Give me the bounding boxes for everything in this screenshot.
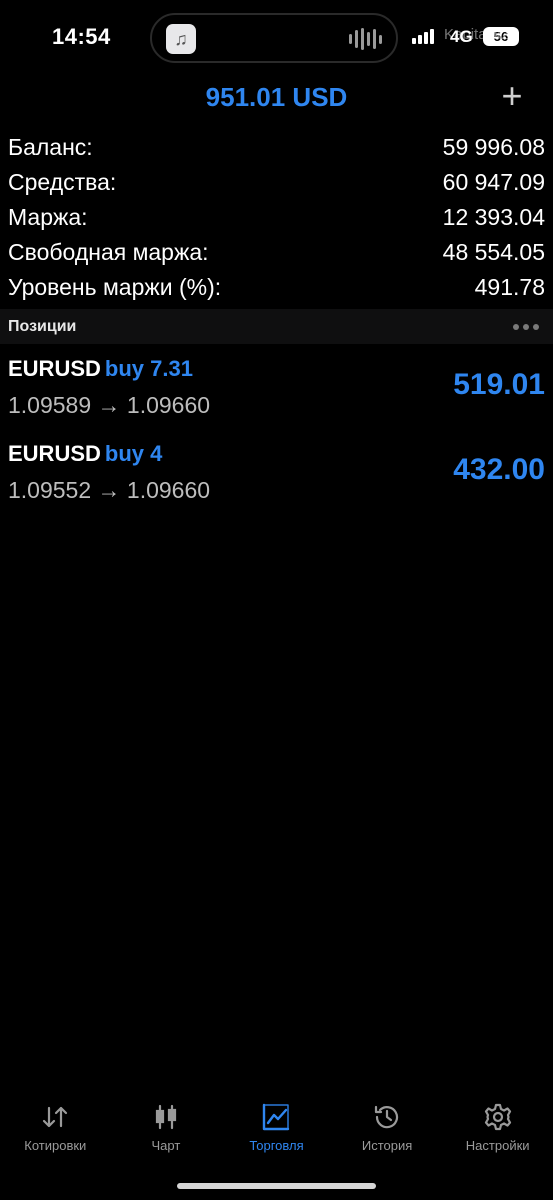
position-side: buy 4 (104, 441, 163, 466)
position-profit: 519.01 (453, 368, 545, 401)
position-symbol: EURUSD (8, 356, 101, 381)
summary-row-free-margin: Свободная маржа: 48 554.05 (0, 235, 553, 270)
positions-list: EURUSD buy 7.31 1.09589 → 1.09660 519.01 … (0, 344, 553, 514)
summary-value: 12 393.04 (442, 204, 545, 230)
candlestick-icon (155, 1104, 176, 1130)
tab-label: Чарт (151, 1138, 181, 1153)
position-row[interactable]: EURUSD buy 7.31 1.09589 → 1.09660 519.01 (0, 344, 553, 429)
account-summary: Баланс: 59 996.08 Средства: 60 947.09 Ма… (0, 130, 553, 305)
music-app-icon: ♫ (166, 24, 196, 54)
position-title: EURUSD buy 4 (8, 441, 162, 467)
quotes-arrows-icon (43, 1106, 68, 1128)
position-side: buy 7.31 (104, 356, 193, 381)
cellular-signal-icon (412, 29, 434, 44)
summary-row-margin: Маржа: 12 393.04 (0, 200, 553, 235)
summary-label: Баланс: (8, 134, 93, 160)
summary-value: 491.78 (474, 274, 545, 300)
summary-row-balance: Баланс: 59 996.08 (0, 130, 553, 165)
tab-label: История (361, 1138, 413, 1153)
history-clock-icon (374, 1105, 399, 1129)
summary-label: Маржа: (8, 204, 88, 230)
summary-value: 60 947.09 (442, 169, 545, 195)
ellipsis-icon[interactable] (513, 323, 539, 330)
summary-value: 59 996.08 (442, 134, 545, 160)
position-symbol: EURUSD (8, 441, 101, 466)
tab-label: Настройки (465, 1138, 530, 1153)
summary-value: 48 554.05 (442, 239, 545, 265)
trade-chart-icon (263, 1103, 290, 1131)
summary-row-margin-level: Уровень маржи (%): 491.78 (0, 270, 553, 305)
tab-settings[interactable]: Настройки (442, 1092, 553, 1167)
position-profit: 432.00 (453, 453, 545, 486)
gear-icon (484, 1103, 511, 1131)
plus-icon[interactable]: + (497, 78, 527, 114)
tab-chart[interactable]: Чарт (111, 1092, 222, 1167)
tab-label: Торговля (249, 1138, 304, 1153)
position-prices: 1.09552 → 1.09660 (8, 477, 211, 503)
positions-title: Позиции (8, 317, 77, 335)
summary-label: Уровень маржи (%): (8, 274, 222, 300)
dynamic-island[interactable]: ♫ (150, 13, 398, 63)
status-time: 14:54 (52, 24, 111, 49)
tab-trade[interactable]: Торговля (221, 1092, 332, 1167)
home-indicator[interactable] (177, 1183, 376, 1189)
watermark: Kapital.kz (444, 26, 510, 43)
tab-quotes[interactable]: Котировки (0, 1092, 111, 1167)
audio-waveform-icon (349, 28, 382, 50)
status-bar: 14:54 ♫ 4G 56 Kapital.kz (0, 0, 553, 78)
summary-label: Средства: (8, 169, 117, 195)
header: 951.01 USD + (0, 78, 553, 118)
tab-label: Котировки (24, 1138, 87, 1153)
tab-history[interactable]: История (332, 1092, 443, 1167)
account-profit-title: 951.01 USD (205, 82, 348, 112)
position-row[interactable]: EURUSD buy 4 1.09552 → 1.09660 432.00 (0, 429, 553, 514)
position-prices: 1.09589 → 1.09660 (8, 392, 211, 418)
positions-section-header: Позиции (0, 309, 553, 344)
position-title: EURUSD buy 7.31 (8, 356, 193, 382)
summary-label: Свободная маржа: (8, 239, 209, 265)
bottom-tab-bar: Котировки Чарт Торговля История Настройк… (0, 1092, 553, 1167)
summary-row-equity: Средства: 60 947.09 (0, 165, 553, 200)
